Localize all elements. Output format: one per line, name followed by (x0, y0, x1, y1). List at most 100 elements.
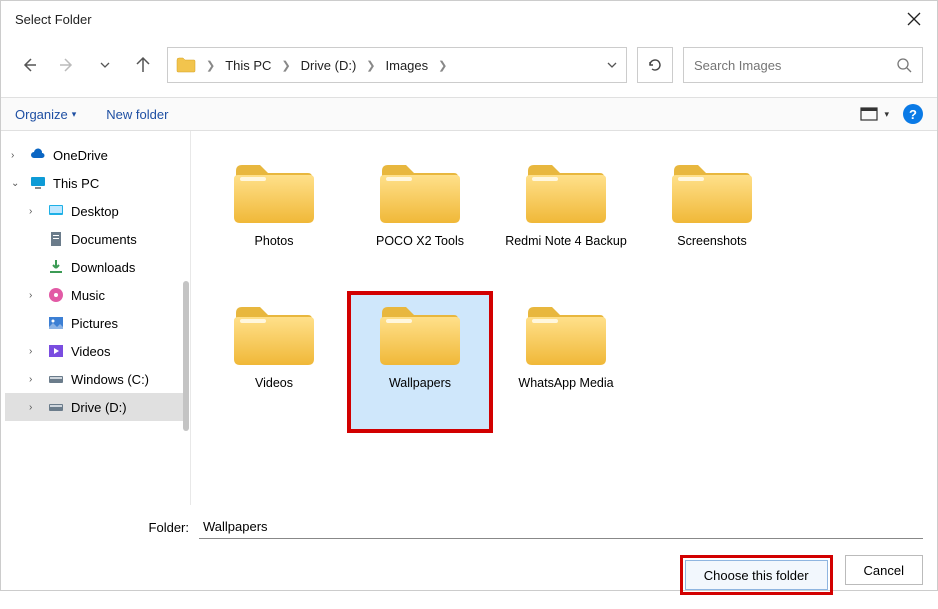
videos-icon (47, 342, 65, 360)
tree-item-label: Documents (71, 232, 137, 247)
main-area: ›OneDrive ⌄ This PC › Desktop Documents Downlo… (1, 131, 937, 505)
folder-icon (522, 297, 610, 369)
chevron-icon: › (29, 290, 41, 301)
breadcrumb-item[interactable]: Drive (D:) (301, 58, 357, 73)
title-bar: Select Folder (1, 1, 937, 37)
cancel-button[interactable]: Cancel (845, 555, 923, 585)
folder-item[interactable]: Screenshots (639, 149, 785, 291)
docs-icon (47, 230, 65, 248)
chevron-right-icon: ❯ (206, 59, 215, 72)
tree-item-label: This PC (53, 176, 99, 191)
chevron-icon: ⌄ (11, 178, 23, 189)
close-icon (907, 12, 921, 26)
tree-item-desktop[interactable]: › Desktop (5, 197, 186, 225)
folder-icon (230, 155, 318, 227)
folder-icon (230, 297, 318, 369)
view-icon (860, 107, 878, 121)
scrollbar-thumb[interactable] (183, 281, 189, 431)
close-button[interactable] (905, 10, 923, 28)
pictures-icon (47, 314, 65, 332)
organize-menu[interactable]: Organize ▾ (15, 107, 76, 122)
tree-item-label: Desktop (71, 204, 119, 219)
folder-label: Photos (251, 233, 298, 249)
tree-item-music[interactable]: › Music (5, 281, 186, 309)
chevron-icon: › (29, 374, 41, 385)
downloads-icon (47, 258, 65, 276)
search-input[interactable] (694, 58, 888, 73)
tree-item-pictures[interactable]: Pictures (5, 309, 186, 337)
forward-button[interactable] (53, 51, 81, 79)
folder-icon (668, 155, 756, 227)
tree-item-label: Videos (71, 344, 111, 359)
new-folder-button[interactable]: New folder (106, 107, 168, 122)
folder-name-input[interactable] (199, 515, 923, 539)
drive-icon (47, 370, 65, 388)
view-options-button[interactable]: ▾ (860, 107, 889, 121)
breadcrumb[interactable]: ❯ This PC ❯ Drive (D:) ❯ Images ❯ (167, 47, 627, 83)
folder-field-label: Folder: (15, 520, 189, 535)
folder-label: Wallpapers (385, 375, 455, 391)
arrow-up-icon (134, 56, 152, 74)
folder-item[interactable]: Wallpapers (347, 291, 493, 433)
recent-dropdown[interactable] (91, 51, 119, 79)
arrow-left-icon (20, 56, 38, 74)
folder-item[interactable]: Photos (201, 149, 347, 291)
tree-item-downloads[interactable]: Downloads (5, 253, 186, 281)
search-box[interactable] (683, 47, 923, 83)
chevron-right-icon: ❯ (438, 59, 447, 72)
desktop-icon (47, 202, 65, 220)
chevron-icon: › (29, 402, 41, 413)
search-icon (896, 57, 912, 73)
folder-item[interactable]: Redmi Note 4 Backup (493, 149, 639, 291)
back-button[interactable] (15, 51, 43, 79)
drive-icon (47, 398, 65, 416)
tree-item-videos[interactable]: › Videos (5, 337, 186, 365)
tree-item-drive-d-[interactable]: ›Drive (D:) (5, 393, 186, 421)
chevron-down-icon (606, 59, 618, 71)
dropdown-caret-icon: ▾ (72, 109, 77, 120)
up-button[interactable] (129, 51, 157, 79)
tree-item-label: Downloads (71, 260, 135, 275)
folder-item[interactable]: POCO X2 Tools (347, 149, 493, 291)
pc-icon (29, 174, 47, 192)
refresh-button[interactable] (637, 47, 673, 83)
folder-item[interactable]: Videos (201, 291, 347, 433)
folder-label: Screenshots (673, 233, 750, 249)
folder-label: Redmi Note 4 Backup (501, 233, 631, 249)
tree-item-label: Pictures (71, 316, 118, 331)
tree-item-windows-c-[interactable]: ›Windows (C:) (5, 365, 186, 393)
breadcrumb-item[interactable]: This PC (225, 58, 271, 73)
breadcrumb-dropdown[interactable] (606, 59, 618, 71)
chevron-icon: › (29, 206, 41, 217)
folder-icon (176, 57, 196, 73)
music-icon (47, 286, 65, 304)
breadcrumb-item[interactable]: Images (386, 58, 429, 73)
highlight-box: Choose this folder (680, 555, 833, 595)
chevron-down-icon (99, 59, 111, 71)
tree-item-documents[interactable]: Documents (5, 225, 186, 253)
folder-icon (376, 155, 464, 227)
footer: Folder: Choose this folder Cancel (1, 505, 937, 609)
folder-item[interactable]: WhatsApp Media (493, 291, 639, 433)
folder-label: Videos (251, 375, 297, 391)
chevron-right-icon: ❯ (281, 59, 290, 72)
arrow-right-icon (58, 56, 76, 74)
tree-item-this-pc[interactable]: ⌄ This PC (5, 169, 186, 197)
navigation-bar: ❯ This PC ❯ Drive (D:) ❯ Images ❯ (1, 37, 937, 97)
folder-icon (376, 297, 464, 369)
chevron-icon: › (29, 346, 41, 357)
tree-item-label: Music (71, 288, 105, 303)
chevron-icon: › (11, 150, 23, 161)
folder-label: WhatsApp Media (514, 375, 617, 391)
refresh-icon (646, 56, 664, 74)
help-button[interactable]: ? (903, 104, 923, 124)
folder-grid: Photos POCO X2 Tools Redmi Note 4 Backup… (191, 131, 937, 505)
navigation-tree: ›OneDrive ⌄ This PC › Desktop Documents Downlo… (1, 131, 191, 505)
chevron-right-icon: ❯ (366, 59, 375, 72)
dropdown-caret-icon: ▾ (884, 109, 889, 120)
tree-item-onedrive[interactable]: ›OneDrive (5, 141, 186, 169)
choose-folder-button[interactable]: Choose this folder (685, 560, 828, 590)
cloud-icon (29, 146, 47, 164)
folder-icon (522, 155, 610, 227)
folder-label: POCO X2 Tools (372, 233, 468, 249)
